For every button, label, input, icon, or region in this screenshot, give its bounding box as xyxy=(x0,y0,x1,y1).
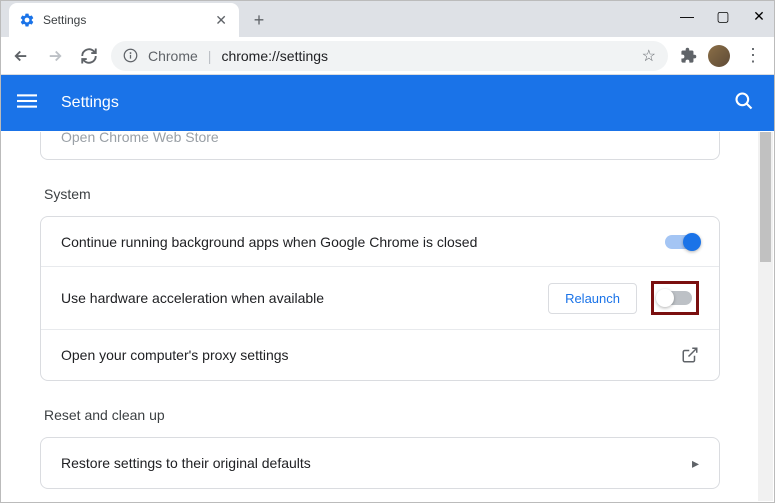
settings-appbar: Settings xyxy=(1,75,774,131)
row-proxy-settings[interactable]: Open your computer's proxy settings xyxy=(41,330,719,380)
url-prefix: Chrome xyxy=(148,48,198,64)
tab-title: Settings xyxy=(43,13,213,27)
bookmark-star-icon[interactable]: ☆ xyxy=(642,46,656,66)
appbar-title: Settings xyxy=(61,94,734,112)
card-truncated: Open Chrome Web Store xyxy=(40,132,720,160)
back-button[interactable] xyxy=(9,44,33,68)
section-title-system: System xyxy=(40,186,720,202)
row-restore-defaults[interactable]: Restore settings to their original defau… xyxy=(41,438,719,488)
row-label: Continue running background apps when Go… xyxy=(61,234,665,250)
toggle-background-apps[interactable] xyxy=(665,235,699,249)
chevron-right-icon: ▸ xyxy=(692,455,699,472)
browser-tab[interactable]: Settings ✕ xyxy=(9,3,239,37)
relaunch-button[interactable]: Relaunch xyxy=(548,283,637,314)
search-icon[interactable] xyxy=(734,91,758,115)
profile-avatar[interactable] xyxy=(708,45,730,67)
chrome-menu-icon[interactable]: ⋮ xyxy=(740,45,766,66)
reload-button[interactable] xyxy=(77,44,101,68)
forward-button[interactable] xyxy=(43,44,67,68)
window-titlebar: Settings ✕ + — ▢ ✕ xyxy=(1,1,774,37)
maximize-icon[interactable]: ▢ xyxy=(714,8,732,25)
site-info-icon[interactable] xyxy=(123,48,138,63)
extensions-icon[interactable] xyxy=(678,46,698,66)
address-bar[interactable]: Chrome | chrome://settings ☆ xyxy=(111,41,668,71)
card-system: Continue running background apps when Go… xyxy=(40,216,720,381)
row-hardware-acceleration: Use hardware acceleration when available… xyxy=(41,267,719,330)
gear-icon xyxy=(19,12,35,28)
browser-toolbar: Chrome | chrome://settings ☆ ⋮ xyxy=(1,37,774,75)
row-web-store[interactable]: Open Chrome Web Store xyxy=(41,132,719,159)
new-tab-button[interactable]: + xyxy=(245,6,273,34)
close-icon[interactable]: ✕ xyxy=(213,10,229,31)
close-window-icon[interactable]: ✕ xyxy=(750,8,768,25)
minimize-icon[interactable]: — xyxy=(678,8,696,24)
row-label: Restore settings to their original defau… xyxy=(61,455,692,471)
url-divider: | xyxy=(208,48,212,64)
row-background-apps: Continue running background apps when Go… xyxy=(41,217,719,267)
settings-content: Open Chrome Web Store System Continue ru… xyxy=(2,132,773,501)
toggle-hardware-acceleration[interactable] xyxy=(658,291,692,305)
scroll-area[interactable]: Open Chrome Web Store System Continue ru… xyxy=(2,132,758,501)
url-text: chrome://settings xyxy=(221,48,328,64)
card-reset: Restore settings to their original defau… xyxy=(40,437,720,489)
highlight-box xyxy=(651,281,699,315)
row-label: Open your computer's proxy settings xyxy=(61,347,681,363)
row-label: Open Chrome Web Store xyxy=(61,132,699,145)
scrollbar[interactable] xyxy=(758,132,773,501)
section-title-reset: Reset and clean up xyxy=(40,407,720,423)
row-label: Use hardware acceleration when available xyxy=(61,290,548,306)
open-external-icon xyxy=(681,346,699,364)
menu-icon[interactable] xyxy=(17,91,41,115)
scrollbar-thumb[interactable] xyxy=(760,132,771,262)
